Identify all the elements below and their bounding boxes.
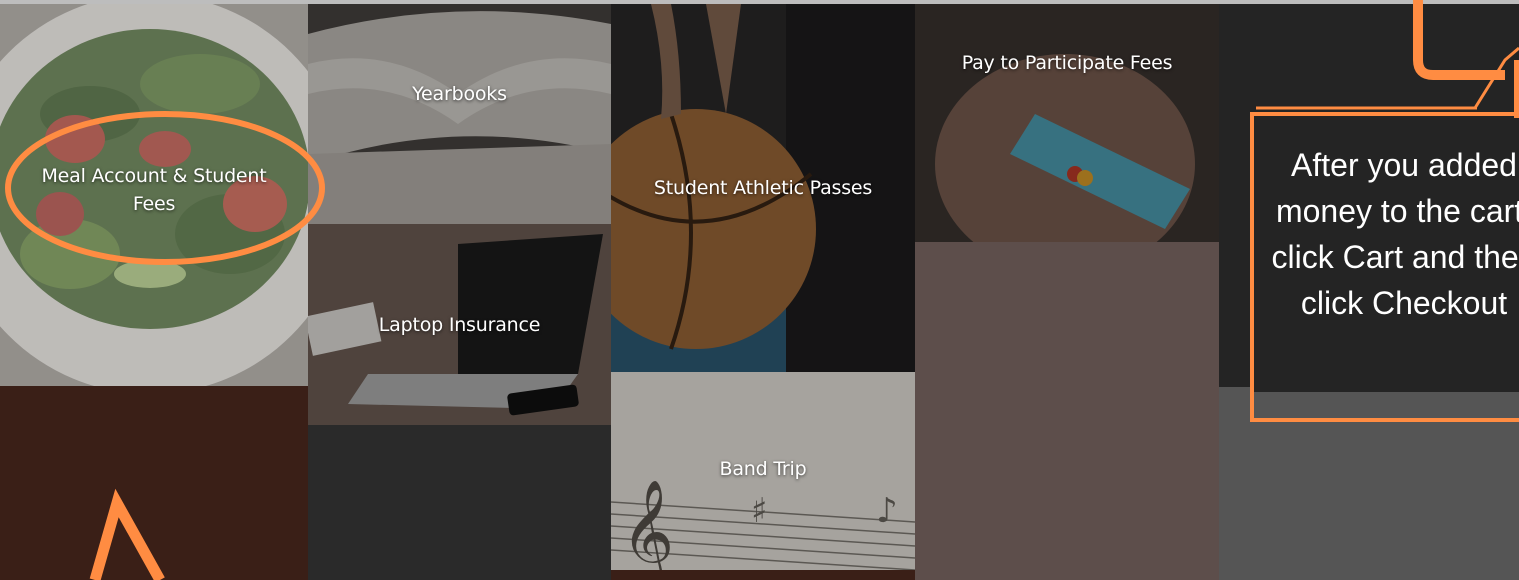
tile-laptop-insurance[interactable]: Laptop Insurance — [308, 224, 611, 425]
callout-text: After you added money to the cart, click… — [1271, 147, 1519, 321]
tile-yearbooks[interactable]: Yearbooks — [308, 4, 611, 224]
credit-card-image — [915, 4, 1219, 242]
tile-label-laptop: Laptop Insurance — [378, 313, 541, 336]
tile-label-pay: Pay to Participate Fees — [961, 52, 1173, 74]
yearbook-image — [308, 4, 611, 224]
tile-empty-taupe — [915, 242, 1219, 580]
tile-label-meal: Meal Account & Student Fees — [41, 165, 267, 215]
tile-meal-account[interactable]: Meal Account & Student Fees — [0, 4, 308, 386]
tile-athletic-passes[interactable]: Student Athletic Passes — [611, 4, 915, 372]
instruction-callout: After you added money to the cart, click… — [1250, 112, 1519, 422]
tile-empty-brown — [0, 386, 308, 580]
tile-label-yearbooks: Yearbooks — [412, 83, 507, 105]
tile-label-athletic: Student Athletic Passes — [653, 177, 873, 199]
tile-pay-to-participate[interactable]: Pay to Participate Fees — [915, 4, 1219, 242]
tile-empty-brown-strip — [611, 570, 915, 580]
tile-band-trip[interactable]: 𝄞 ♯ ♪ Band Trip — [611, 372, 915, 570]
callout-lower-band — [1254, 392, 1519, 418]
tile-label-band: Band Trip — [719, 457, 807, 480]
tile-empty-charcoal — [308, 425, 611, 580]
